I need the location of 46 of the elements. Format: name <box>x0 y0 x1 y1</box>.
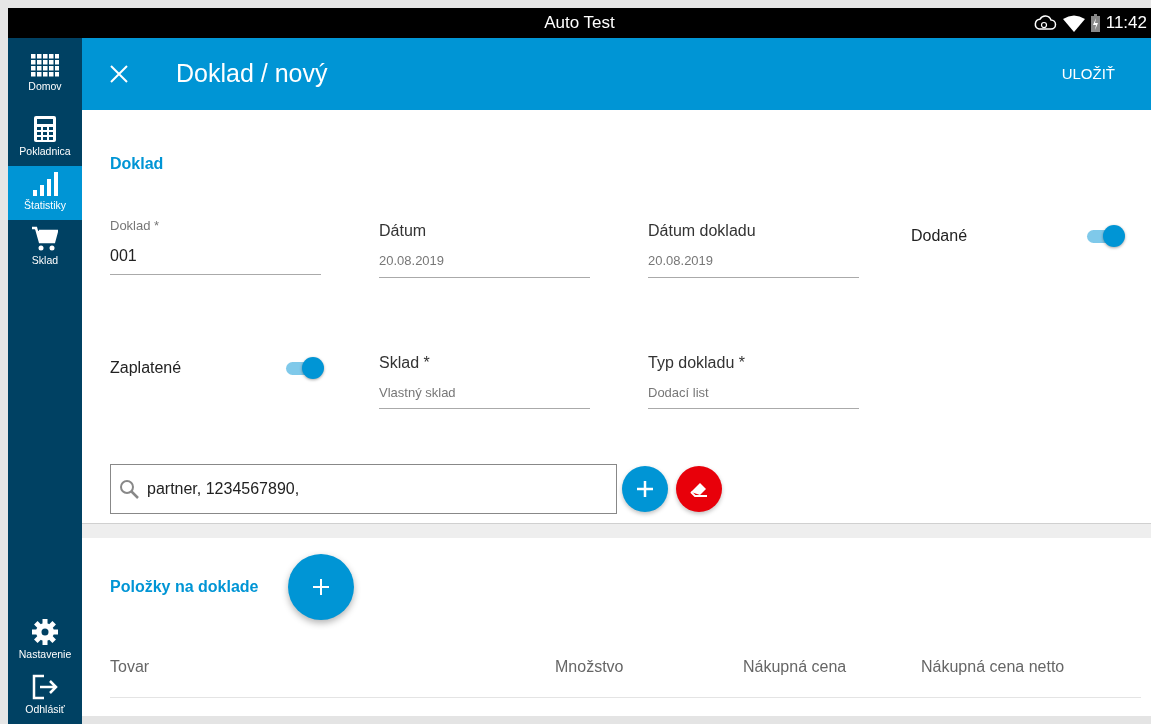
toggle-label: Zaplatené <box>110 357 182 378</box>
select-field[interactable]: 20.08.2019 <box>379 251 590 278</box>
field-label: Typ dokladu * <box>648 352 746 373</box>
page-title: Doklad / nový <box>176 58 328 90</box>
input-field[interactable]: 001 <box>110 243 321 275</box>
add-button[interactable] <box>622 466 668 512</box>
clear-button[interactable] <box>676 466 722 512</box>
toggle-switch[interactable] <box>284 356 324 379</box>
close-icon <box>110 65 128 83</box>
toggle-label: Dodané <box>911 226 968 246</box>
toggle-switch[interactable] <box>1085 225 1125 247</box>
clock: 11:42 <box>1105 12 1147 35</box>
select-field[interactable]: Dodací list <box>648 382 859 409</box>
grid-icon <box>31 53 59 77</box>
sidebar-item[interactable]: Pokladnica <box>8 110 82 166</box>
field-label: Sklad * <box>379 352 431 373</box>
column-header: Nákupná cena netto <box>921 657 1066 677</box>
section-heading: Doklad <box>110 154 165 174</box>
sidebar-item[interactable]: Nastavenie <box>8 612 82 669</box>
plus-icon <box>313 579 330 595</box>
select-field[interactable]: Vlastný sklad <box>379 382 590 409</box>
column-header: Množstvo <box>555 657 625 677</box>
settings-icon <box>32 618 58 645</box>
column-header: Tovar <box>110 657 151 677</box>
select-field[interactable]: 20.08.2019 <box>648 251 859 278</box>
field-label: Dátum dokladu <box>648 221 757 241</box>
cloud-icon <box>1032 13 1057 33</box>
calculator-icon <box>34 116 56 142</box>
plus-icon <box>637 481 653 497</box>
cart-icon <box>32 225 58 251</box>
add-item-button[interactable] <box>288 554 355 620</box>
field-label: Doklad * <box>110 217 161 235</box>
battery-icon <box>1090 14 1100 32</box>
wifi-icon <box>1062 14 1085 32</box>
sidebar-item[interactable]: Domov <box>8 38 82 110</box>
column-header: Nákupná cena <box>743 657 848 677</box>
app-title: Auto Test <box>544 12 615 35</box>
sidebar-item[interactable]: Sklad <box>8 219 82 275</box>
search-icon <box>119 479 139 499</box>
search-field[interactable]: partner, 1234567890, <box>110 464 617 514</box>
bar-chart-icon <box>32 171 58 196</box>
sidebar-item[interactable]: Odhlásiť <box>8 668 82 724</box>
search-value: partner, 1234567890, <box>147 479 300 499</box>
logout-icon <box>32 674 58 701</box>
section-heading: Položky na doklade <box>110 577 259 597</box>
field-label: Dátum <box>379 221 428 241</box>
